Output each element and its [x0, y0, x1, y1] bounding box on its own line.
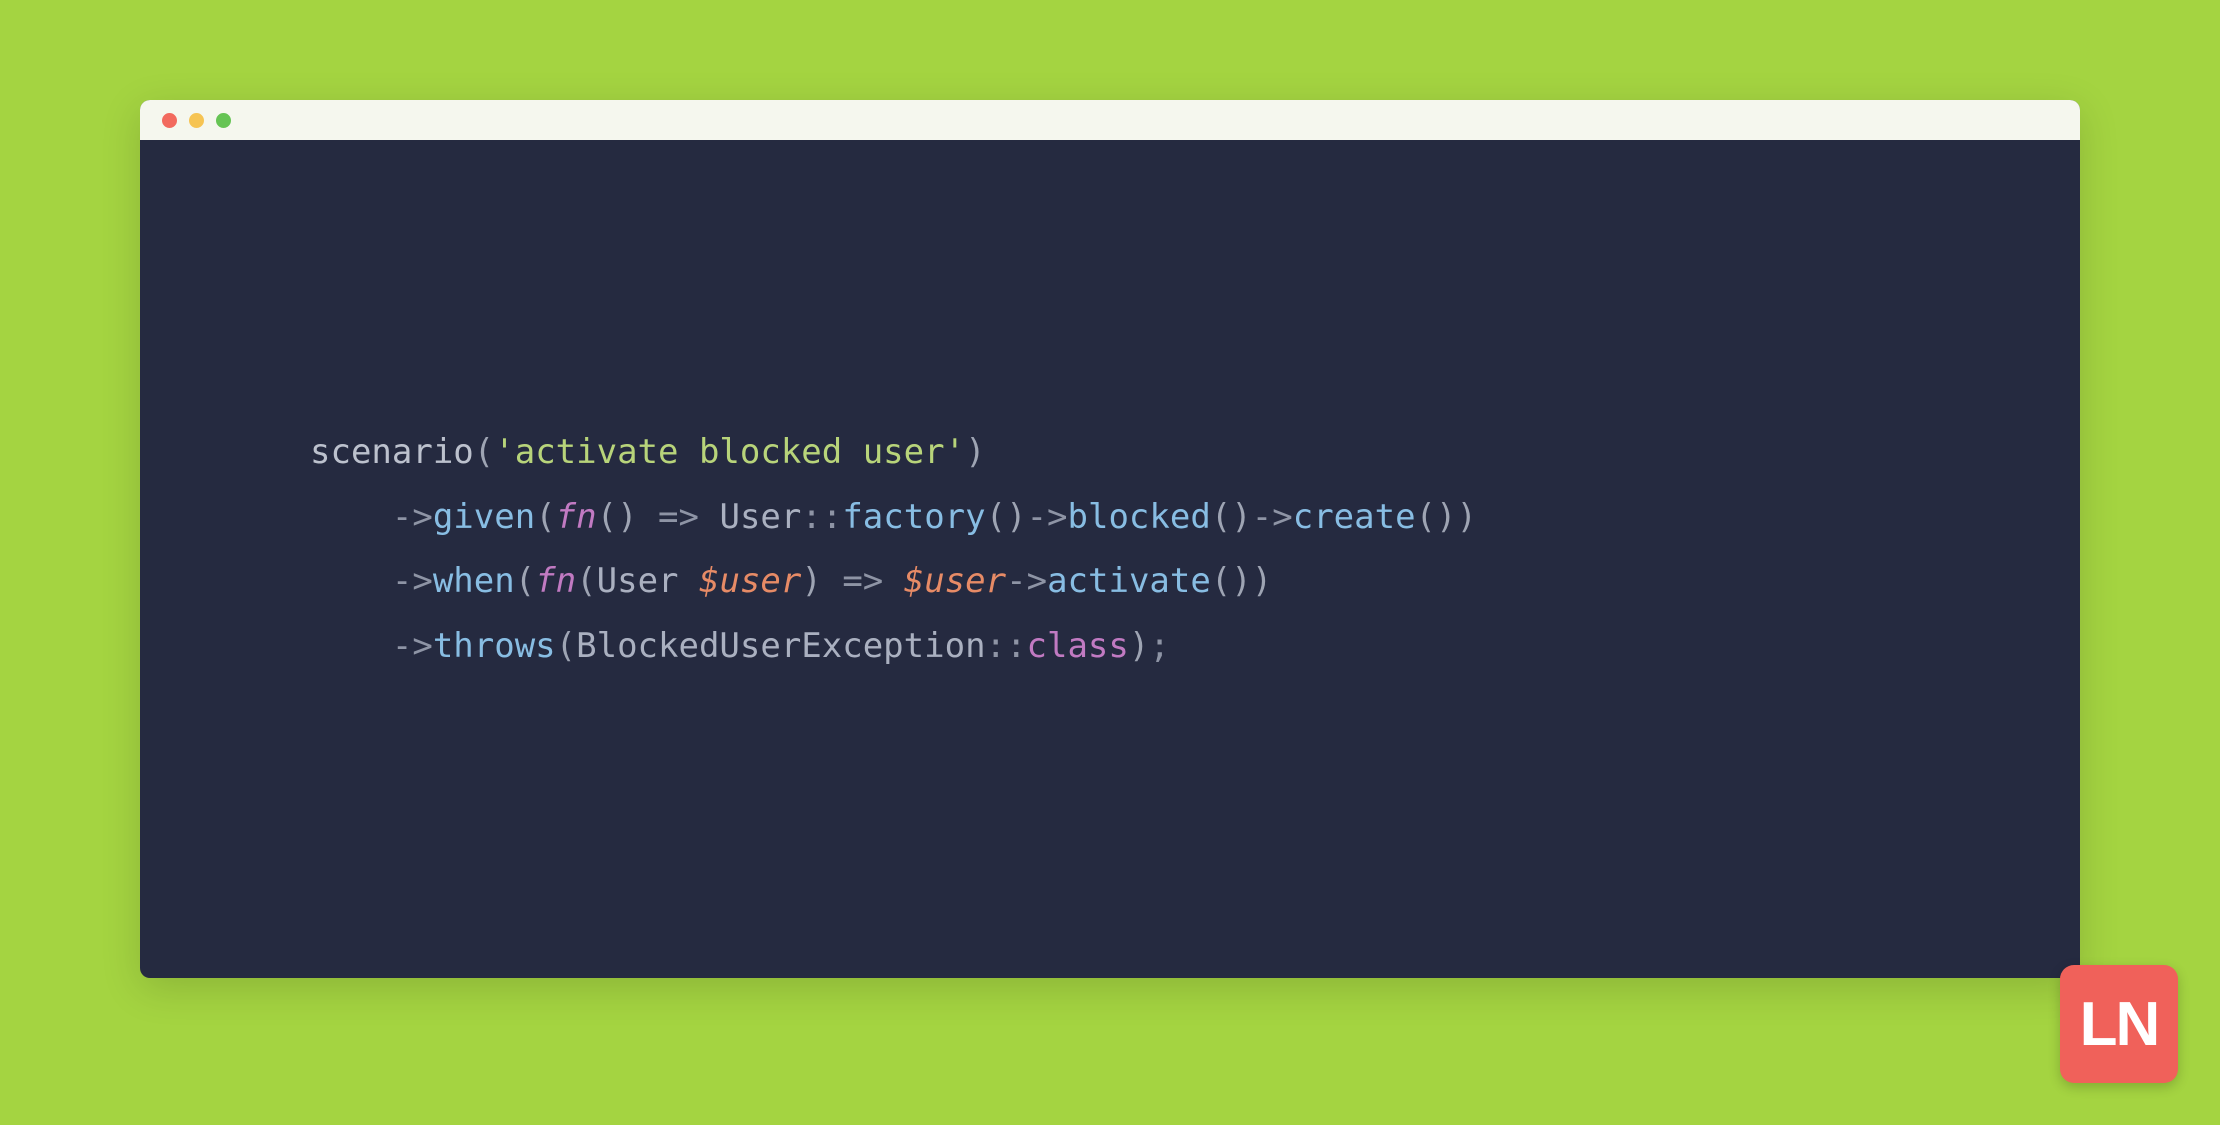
fat-arrow: =>: [822, 561, 904, 601]
class-keyword: class: [1027, 626, 1129, 666]
maximize-icon[interactable]: [216, 113, 231, 128]
code-line-2: ->given(fn() => User::factory()->blocked…: [310, 485, 1980, 550]
parens: (): [1416, 497, 1457, 537]
paren-open: (: [474, 432, 494, 472]
semicolon: ;: [1149, 626, 1169, 666]
type-name: User: [597, 561, 679, 601]
arrow-operator: ->: [392, 626, 433, 666]
method-name: when: [433, 561, 515, 601]
parens: (): [1211, 561, 1252, 601]
variable: $user: [699, 561, 801, 601]
arrow-operator: ->: [1027, 497, 1068, 537]
fn-parens: (): [597, 497, 638, 537]
fn-keyword: fn: [556, 497, 597, 537]
arrow-operator: ->: [392, 497, 433, 537]
method-name: activate: [1047, 561, 1211, 601]
method-name: throws: [433, 626, 556, 666]
paren-close: ): [1129, 626, 1149, 666]
method-name: blocked: [1068, 497, 1211, 537]
paren-close: ): [1457, 497, 1477, 537]
fn-keyword: fn: [535, 561, 576, 601]
class-name: BlockedUserException: [576, 626, 985, 666]
string-literal: 'activate blocked user': [494, 432, 965, 472]
fn-paren-close: ): [801, 561, 821, 601]
method-name: create: [1293, 497, 1416, 537]
paren-open: (: [535, 497, 555, 537]
paren-open: (: [515, 561, 535, 601]
arrow-operator: ->: [1006, 561, 1047, 601]
parens: (): [1211, 497, 1252, 537]
window-title-bar: [140, 100, 2080, 140]
variable: $user: [904, 561, 1006, 601]
fn-paren-open: (: [576, 561, 596, 601]
code-window: scenario('activate blocked user') ->give…: [140, 100, 2080, 978]
function-name: scenario: [310, 432, 474, 472]
code-line-1: scenario('activate blocked user'): [310, 420, 1980, 485]
code-line-3: ->when(fn(User $user) => $user->activate…: [310, 549, 1980, 614]
arrow-operator: ->: [1252, 497, 1293, 537]
logo-text: LN: [2080, 989, 2159, 1060]
fat-arrow: =>: [638, 497, 720, 537]
class-name: User: [719, 497, 801, 537]
double-colon: ::: [986, 626, 1027, 666]
brand-logo: LN: [2060, 965, 2178, 1083]
paren-open: (: [556, 626, 576, 666]
code-line-4: ->throws(BlockedUserException::class);: [310, 614, 1980, 679]
method-name: given: [433, 497, 535, 537]
paren-close: ): [1252, 561, 1272, 601]
space: [679, 561, 699, 601]
parens: (): [986, 497, 1027, 537]
code-editor: scenario('activate blocked user') ->give…: [140, 140, 2080, 978]
arrow-operator: ->: [392, 561, 433, 601]
double-colon: ::: [801, 497, 842, 537]
close-icon[interactable]: [162, 113, 177, 128]
paren-close: ): [965, 432, 985, 472]
minimize-icon[interactable]: [189, 113, 204, 128]
method-name: factory: [842, 497, 985, 537]
